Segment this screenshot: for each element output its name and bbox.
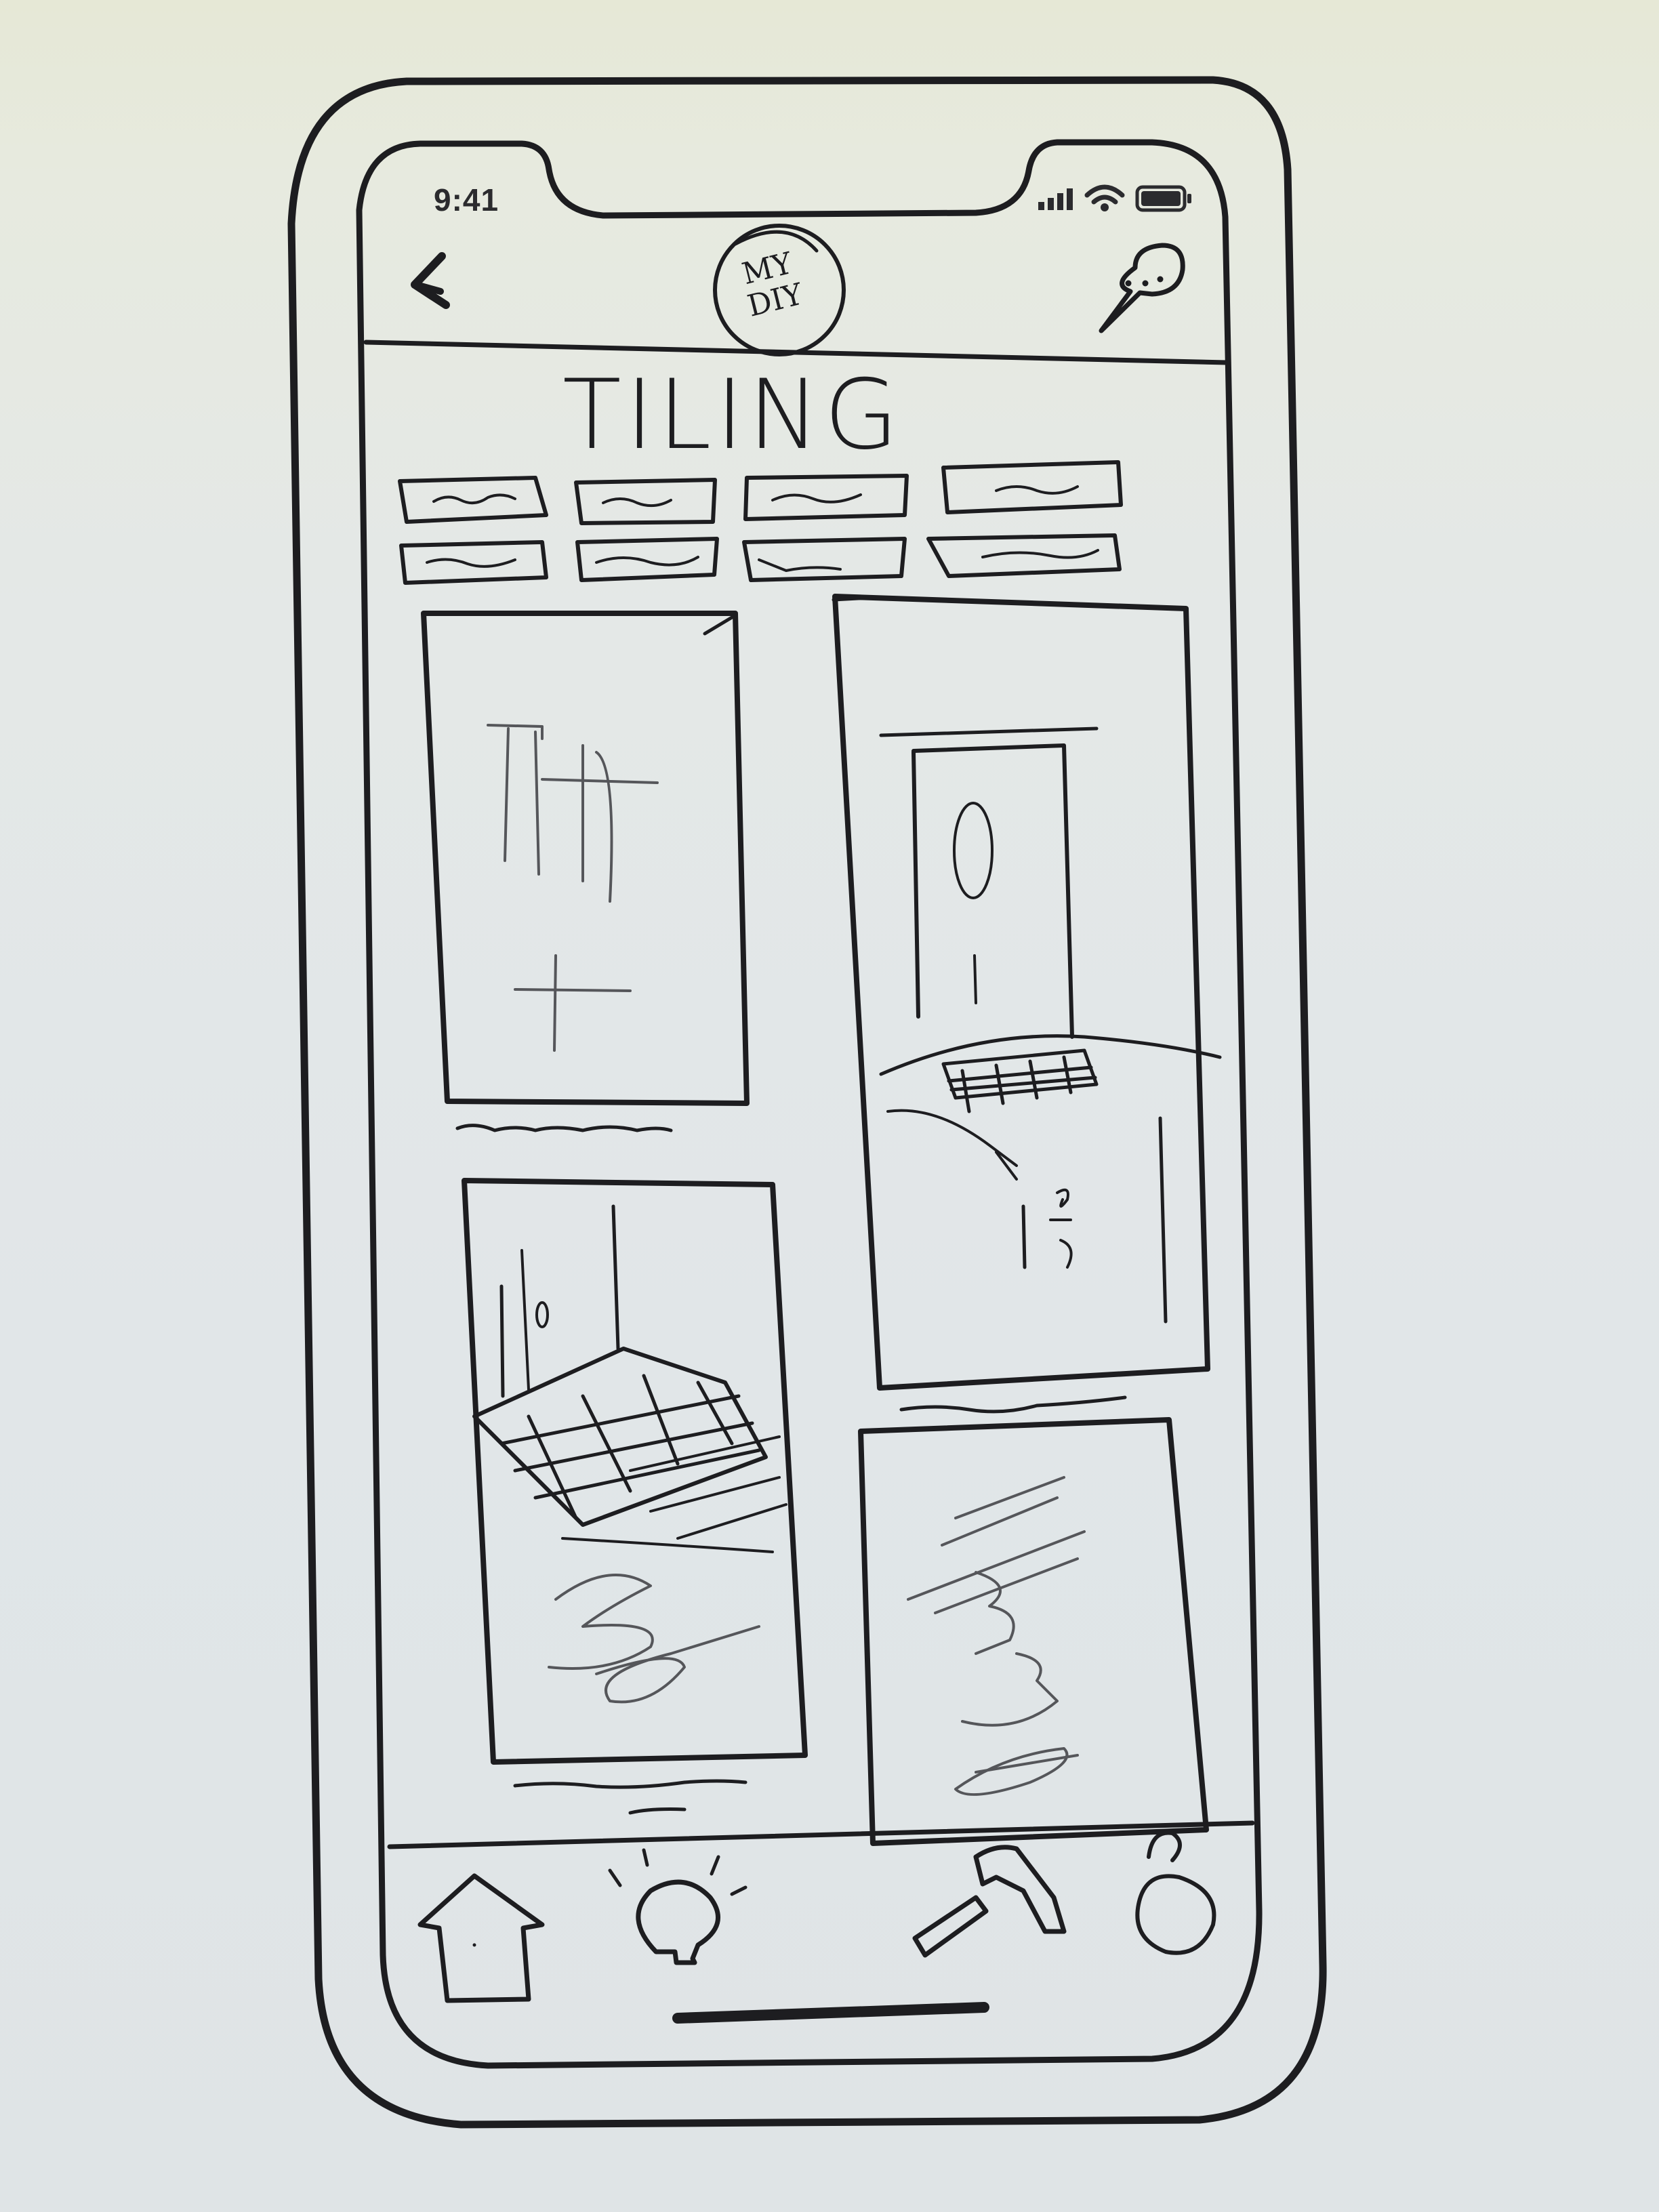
filter-chip-2[interactable] <box>576 474 718 523</box>
status-time: 9:41 <box>434 182 499 218</box>
tab-tools[interactable] <box>908 1840 1071 1962</box>
filter-chip-3[interactable] <box>744 474 908 520</box>
tile-caption <box>455 1124 673 1132</box>
filter-chip-8[interactable] <box>928 534 1122 577</box>
tile-caption <box>513 1779 747 1789</box>
cellular-signal-icon <box>1038 202 1044 210</box>
filter-chip-6[interactable] <box>576 538 718 581</box>
tile-card-bathroom-floor[interactable] <box>835 596 1209 1388</box>
filter-chip-5[interactable] <box>400 541 549 584</box>
sketch-stage: 9:41 MY DIY TILING <box>0 0 1659 2212</box>
back-button[interactable] <box>400 244 461 312</box>
tile-caption <box>899 1395 1127 1414</box>
status-icons <box>1038 184 1191 212</box>
filter-chip-1[interactable] <box>400 474 549 523</box>
tile-card-sketch[interactable] <box>861 1420 1208 1843</box>
tab-home[interactable] <box>413 1867 549 2009</box>
chat-button[interactable] <box>1091 237 1193 339</box>
page-title: TILING <box>562 359 903 471</box>
wifi-icon <box>1084 184 1125 205</box>
logo-button[interactable] <box>712 224 847 359</box>
tab-ideas[interactable] <box>603 1843 752 1972</box>
tile-card-room-floor[interactable] <box>464 1181 806 1762</box>
tile-card-wall-tiling[interactable] <box>424 613 747 1105</box>
tab-profile[interactable] <box>1132 1826 1220 1959</box>
filter-chip-7[interactable] <box>744 538 907 581</box>
filter-chip-4[interactable] <box>943 461 1123 514</box>
home-indicator <box>672 2002 989 2024</box>
